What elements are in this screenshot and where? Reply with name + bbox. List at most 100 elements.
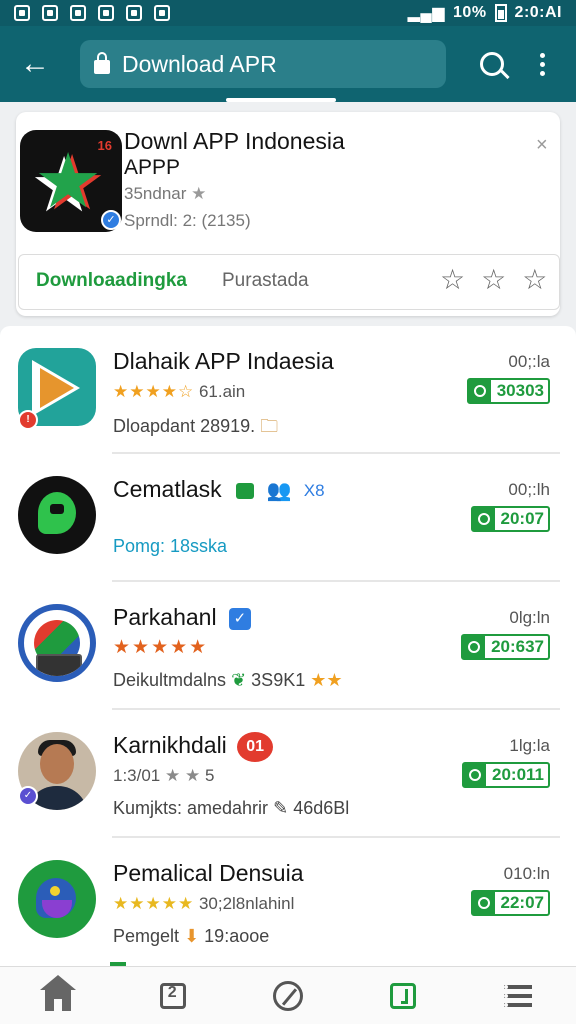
back-button[interactable]: ← [14,43,56,85]
tab-indicator [226,98,336,102]
logo-mark: 16 [97,138,112,153]
app-title: Parkahanl ✓ [113,604,251,631]
update-badge-label: 30303 [496,381,544,400]
rating-text: 61.ain [198,382,246,401]
search-icon [480,52,504,76]
featured-subtitle: APPP [124,156,181,179]
update-badge[interactable]: 22:07 [470,890,550,916]
star-icon: ★ [191,184,207,203]
update-icon [463,636,486,658]
more-dot [539,61,545,67]
featured-size: Sprndl: 2: (2135) [124,211,251,230]
rating-stars: ★★★★★ [113,894,195,913]
rate-star-icon[interactable]: ☆ [481,266,506,294]
rating-extra: 5 [204,766,215,785]
more-dot [539,70,545,76]
app-time: 00;:lh [508,480,550,499]
notification-icon [42,5,58,21]
battery-percent: 10% [453,4,487,21]
rating-text: 1:3/01 [113,766,161,785]
nav-apps[interactable] [143,972,203,1020]
nav-menu[interactable] [488,972,548,1020]
update-icon [468,380,491,402]
apps-icon [159,982,186,1009]
browser-app-icon [18,604,96,682]
app-title-text: Karnikhdali [113,732,227,759]
menu-icon [504,984,533,1007]
folder-icon: 🗀 [260,416,279,436]
notification-icons [14,5,170,21]
star-icon: ★★ [310,670,343,690]
app-title: Dlahaik APP Indaesia [113,348,334,374]
update-badge[interactable]: 30303 [466,378,550,404]
star-logo-icon: ★ [34,139,103,224]
bird-app-icon [18,860,96,938]
app-title: Karnikhdali 01 [113,732,274,762]
tag-icon: ✎ [273,798,289,818]
alert-badge-icon: ! [18,410,38,430]
search-button[interactable] [472,44,512,84]
app-time: 1lg:la [509,736,550,755]
featured-title: Downl APP Indonesia [124,128,345,154]
avatar-face [40,744,74,784]
list-item[interactable]: ! Dlahaik APP Indaesia ★★★★☆ 61.ain Dloa… [0,326,576,454]
downloads-text: Deikultmdalns [113,670,227,690]
more-dot [539,52,545,58]
update-badge-label: 20:011 [492,765,544,784]
rate-star-icon[interactable]: ☆ [440,266,465,294]
nav-explore[interactable] [258,972,318,1020]
lock-icon [236,482,255,499]
more-options-button[interactable] [530,44,554,84]
compass-icon [272,980,303,1011]
update-badge[interactable]: 20:07 [470,506,550,532]
app-size: Pomg: 18sska [113,536,228,556]
rating-stars: ☆ ☆ ☆ [440,266,547,294]
app-title: Cematlask 👥 X8 [113,476,325,503]
app-title: Pemalical Densuia [113,860,304,886]
update-badge[interactable]: 20:011 [462,762,550,788]
battery-icon [494,4,507,22]
app-downloads: Dloapdant 28919. 🗀 [113,414,278,444]
update-icon [464,764,486,786]
update-icon [472,892,495,914]
app-rating: ★★★★★ 30;2l8nlahinl [113,894,294,914]
downloads-text: Dloapdant 28919. [113,416,256,436]
list-item[interactable]: Parkahanl ✓ ★★★★★ Deikultmdalns ❦ 3S9K1 … [0,582,576,710]
nav-updates[interactable] [373,972,433,1020]
update-badge-label: 20:07 [500,509,544,528]
rate-star-icon[interactable]: ☆ [522,266,547,294]
featured-meta: 35ndnar ★ [124,184,207,203]
app-bar: ← Download APR [0,26,576,102]
app-time: 0lg:ln [509,608,550,627]
app-downloads: Pemgelt ⬇ 19:aooe [113,926,269,947]
people-icon: 👥 [266,480,292,503]
list-item[interactable]: Pemalical Densuia ★★★★★ 30;2l8nlahinl Pe… [0,838,576,966]
search-value: Download APR [122,50,277,77]
notification-icon [14,5,30,21]
title-extra: X8 [303,480,325,500]
rating-text: 30;2l8nlahinl [198,894,295,913]
shield-icon: ✓ [18,786,38,806]
list-item[interactable]: Cematlask 👥 X8 Pomg: 18sska 00;:lh 20:07 [0,454,576,582]
leaf-icon: ❦ [231,670,247,690]
rating-stars: ★★★★☆ [113,382,195,401]
list-item[interactable]: ✓ Karnikhdali 01 1:3/01 ★ ★ 5 Kumjkts: a… [0,710,576,838]
notification-icon [126,5,142,21]
nav-home[interactable] [28,972,88,1020]
downloads-extra: 19:aooe [204,926,270,946]
location-app-icon [18,476,96,554]
clock: 2:0:AI [514,4,562,21]
search-input[interactable]: Download APR [80,40,446,88]
download-secondary-status: Purastada [222,270,309,291]
download-status[interactable]: Downloaadingka [36,270,187,292]
update-icon [472,508,495,530]
downloads-text: Pemgelt [113,926,180,946]
tablet-icon [36,654,82,676]
close-button[interactable]: × [536,134,548,157]
update-badge[interactable]: 20:637 [461,634,550,660]
play-triangle-icon [40,368,74,408]
downloads-extra: 46d6Bl [293,798,350,818]
lock-icon [94,52,110,74]
app-time: 00;:la [508,352,550,371]
notification-icon [70,5,86,21]
